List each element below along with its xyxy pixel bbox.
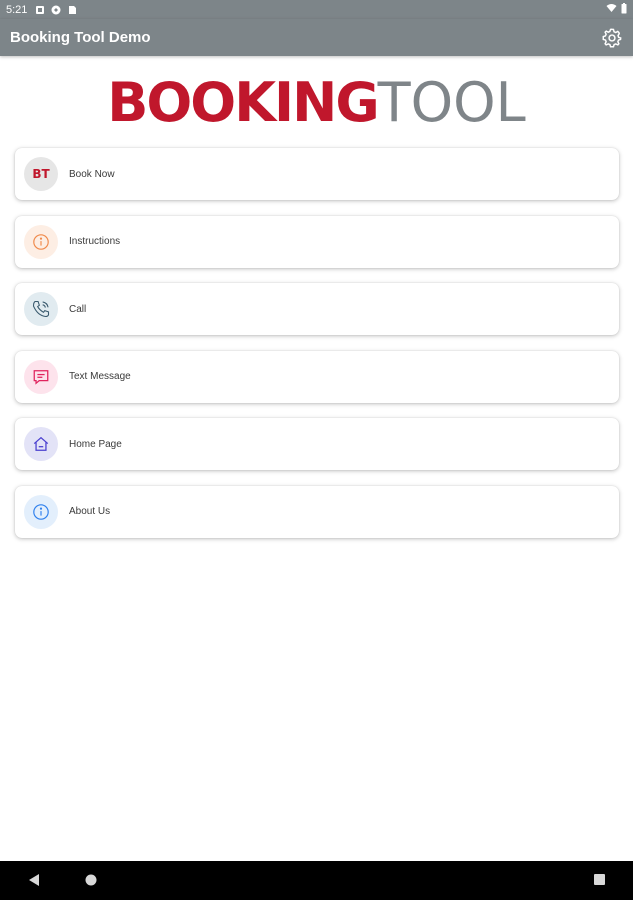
gear-icon[interactable] (601, 27, 623, 49)
app-title: Booking Tool Demo (10, 29, 151, 46)
sd-card-icon (67, 5, 77, 15)
recents-icon[interactable] (593, 873, 606, 891)
menu-item-label: Text Message (69, 371, 131, 382)
notification-icon (35, 5, 45, 15)
menu-item-about-us[interactable]: About Us (15, 485, 619, 538)
status-right (606, 2, 627, 17)
menu-item-instructions[interactable]: Instructions (15, 215, 619, 268)
logo-part-tool: TOOL (377, 70, 526, 134)
logo-part-booking: BOOKING (107, 70, 379, 134)
bt-logo-text: BT (32, 167, 50, 181)
menu-item-label: About Us (69, 506, 111, 517)
menu-item-label: Book Now (69, 168, 115, 180)
status-bar: 5:21 (0, 0, 633, 19)
wifi-icon (606, 3, 617, 16)
home-icon[interactable] (84, 873, 98, 892)
info-icon (24, 224, 58, 259)
menu-item-book-now[interactable]: BT Book Now (15, 148, 619, 200)
menu-item-text-message[interactable]: Text Message (15, 350, 619, 403)
info-icon (24, 494, 58, 529)
status-time: 5:21 (6, 3, 28, 16)
menu-item-home-page[interactable]: Home Page (15, 418, 619, 470)
message-icon (24, 359, 58, 394)
booking-tool-logo: BOOKING TOOL (0, 70, 633, 134)
battery-icon (621, 2, 627, 17)
menu-item-call[interactable]: Call (15, 283, 619, 335)
home-icon (24, 427, 58, 461)
back-icon[interactable] (28, 873, 40, 892)
app-icon (51, 5, 61, 15)
menu-item-label: Call (69, 303, 87, 315)
system-nav-bar (0, 861, 633, 900)
main-menu: BT Book Now Instructions Call Text Messa… (15, 148, 619, 553)
bt-logo-icon: BT (24, 157, 58, 191)
menu-item-label: Home Page (69, 438, 122, 450)
phone-icon (24, 292, 58, 326)
menu-item-label: Instructions (69, 236, 121, 247)
app-bar: Booking Tool Demo (0, 19, 633, 56)
